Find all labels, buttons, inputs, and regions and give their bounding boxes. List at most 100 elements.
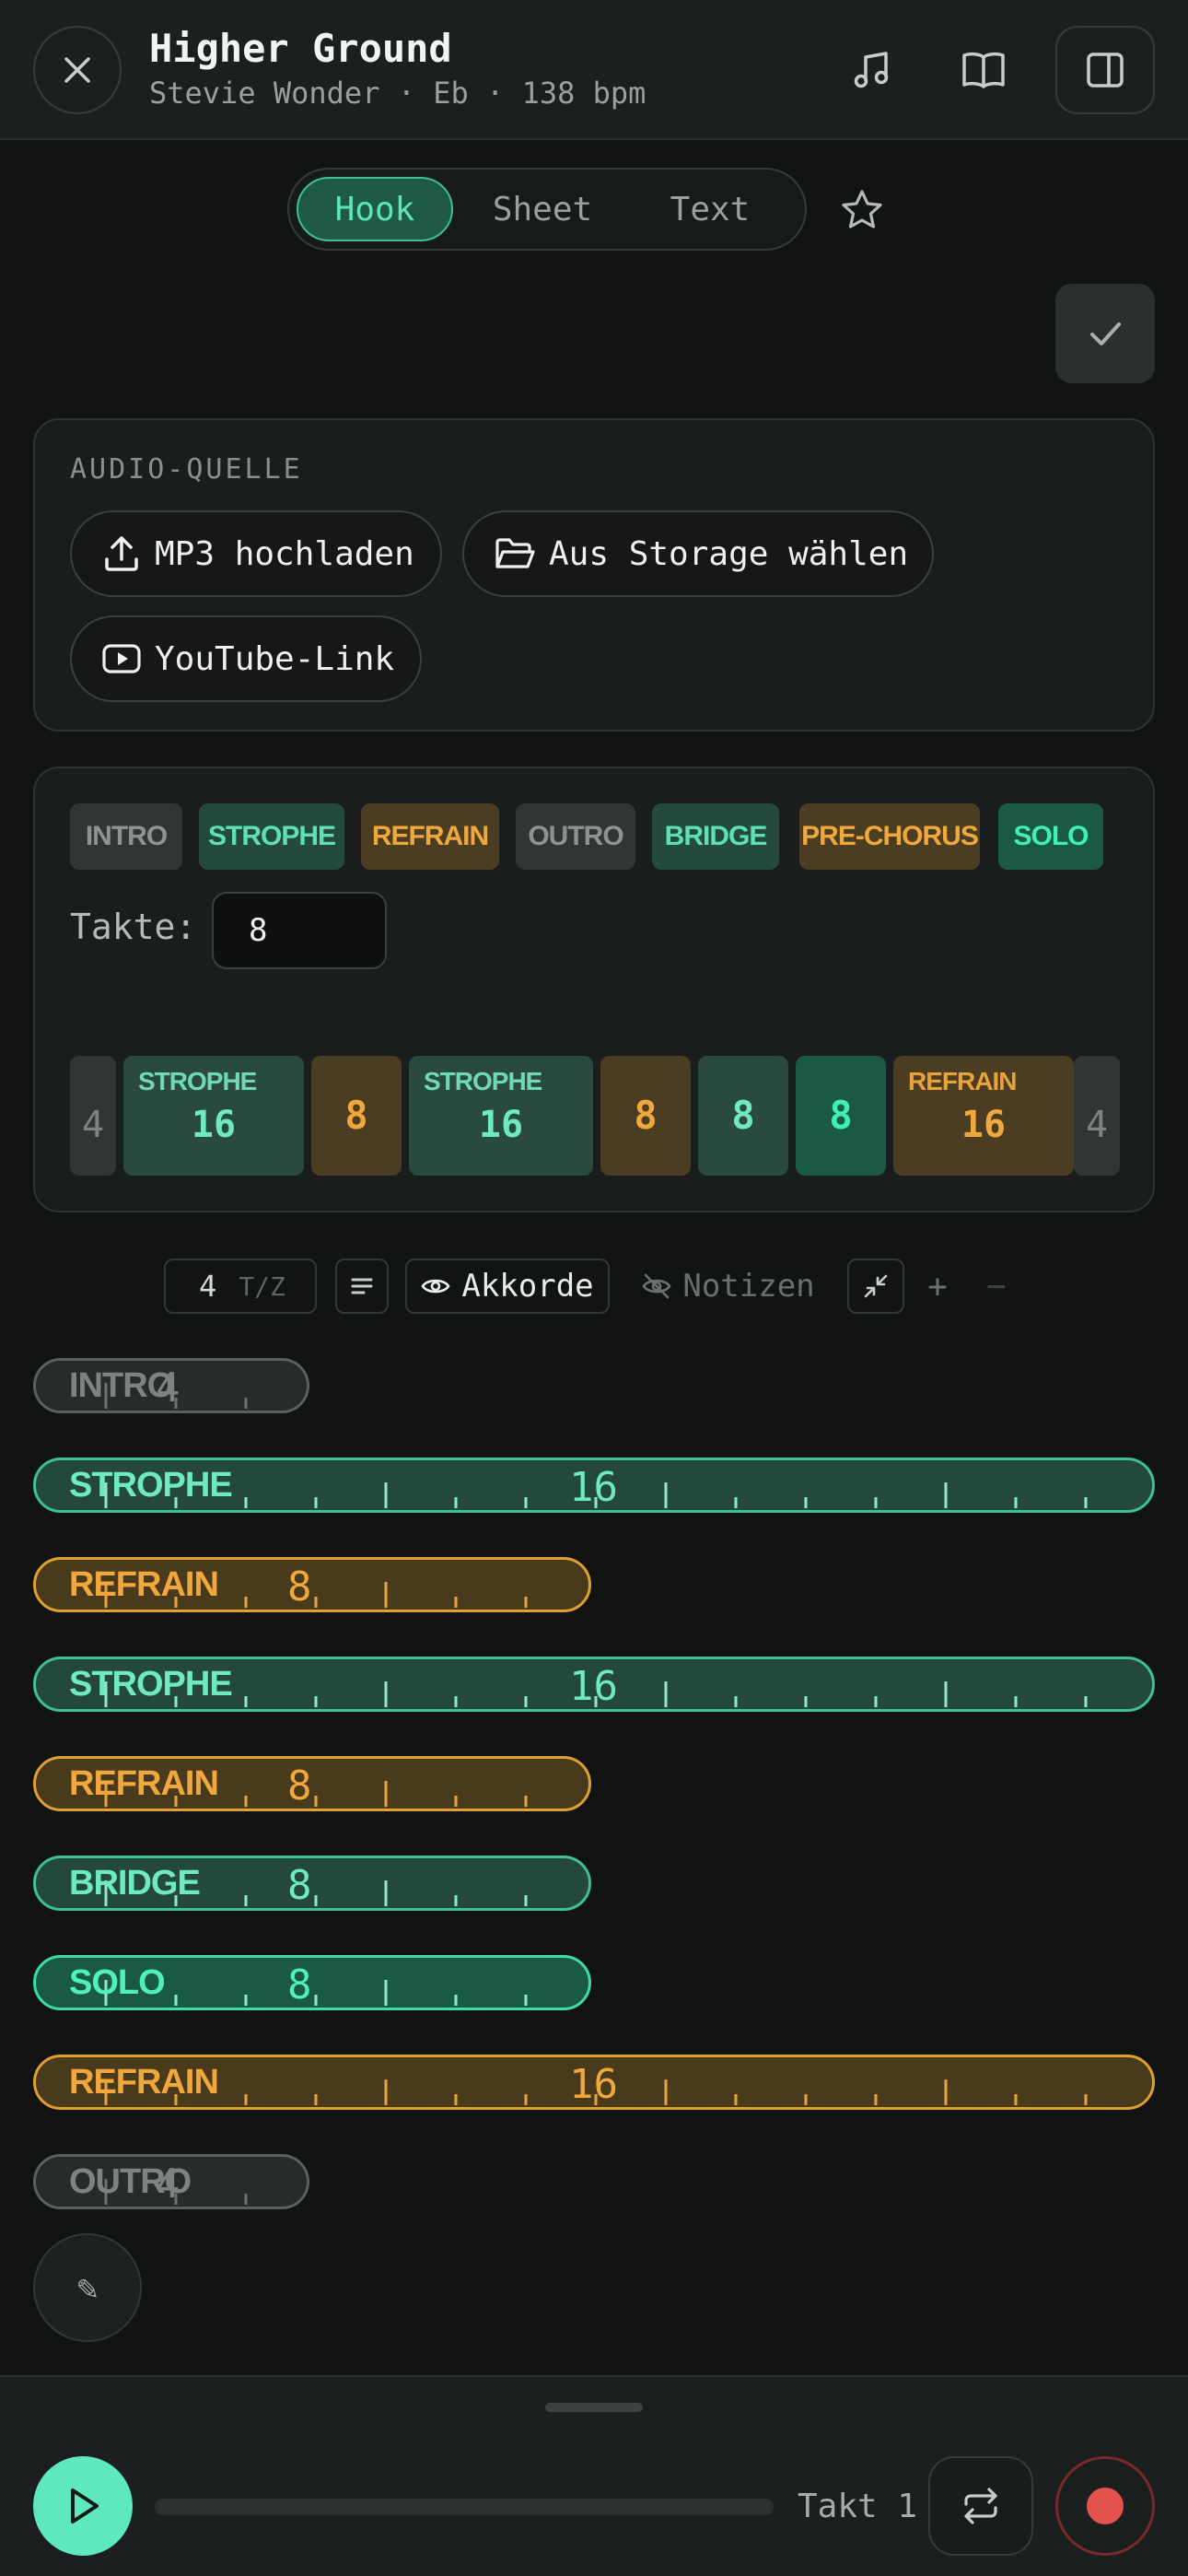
section-bar-strophe[interactable]: STROPHE 16 bbox=[33, 1458, 1155, 1513]
section-bar-count: 16 bbox=[569, 1663, 618, 1710]
section-name: REFRAIN bbox=[69, 1764, 219, 1803]
book-icon bbox=[962, 52, 1005, 88]
section-bar-intro[interactable]: INTRO 4 bbox=[33, 1358, 309, 1413]
chords-label: Akkorde bbox=[461, 1268, 594, 1305]
timeline-block-bridge[interactable]: 8 bbox=[698, 1056, 788, 1176]
bars-per-line-field[interactable]: 4 T/Z bbox=[164, 1259, 317, 1314]
chip-strophe[interactable]: STROPHE bbox=[199, 803, 344, 870]
song-title: Higher Ground bbox=[149, 26, 452, 71]
sidebar-toggle-button[interactable] bbox=[1055, 26, 1155, 114]
song-subtitle: Stevie Wonder · Eb · 138 bpm bbox=[149, 76, 646, 111]
takte-input[interactable]: 8 bbox=[212, 892, 387, 969]
drag-handle[interactable] bbox=[545, 2403, 643, 2412]
timeline-block-outro[interactable]: 4 bbox=[1074, 1056, 1120, 1176]
chip-outro[interactable]: OUTRO bbox=[516, 803, 635, 870]
book-button[interactable] bbox=[939, 26, 1028, 114]
section-name: REFRAIN bbox=[69, 2063, 219, 2102]
view-tabs: Hook Sheet Text bbox=[287, 168, 807, 251]
section-bar-refrain[interactable]: REFRAIN 8 bbox=[33, 1756, 591, 1811]
section-name: STROPHE bbox=[69, 1466, 233, 1505]
confirm-button[interactable] bbox=[1055, 284, 1155, 383]
music-note-icon bbox=[854, 52, 889, 88]
timeline-block-refrain[interactable]: 8 bbox=[600, 1056, 691, 1176]
loop-button[interactable] bbox=[928, 2456, 1033, 2556]
section-bar-count: 4 bbox=[156, 2160, 181, 2207]
close-button[interactable] bbox=[33, 26, 122, 114]
chords-toggle[interactable]: Akkorde bbox=[405, 1259, 610, 1314]
section-bar-refrain[interactable]: REFRAIN 16 bbox=[33, 2055, 1155, 2110]
timeline-block-refrain[interactable]: 8 bbox=[311, 1056, 402, 1176]
timeline-bars: 8 bbox=[634, 1093, 658, 1138]
record-button[interactable] bbox=[1055, 2456, 1155, 2556]
audio-source-card: AUDIO-QUELLE MP3 hochladen Aus Storage w… bbox=[33, 418, 1155, 732]
timeline-bars: 4 bbox=[81, 1104, 105, 1146]
notes-label: Notizen bbox=[682, 1268, 815, 1305]
star-icon bbox=[842, 190, 882, 228]
chip-pre-chorus[interactable]: PRE-CHORUS bbox=[799, 803, 980, 870]
tab-text[interactable]: Text bbox=[632, 177, 788, 241]
storage-select-button[interactable]: Aus Storage wählen bbox=[462, 510, 934, 597]
timeline-block-refrain[interactable]: REFRAIN 16 bbox=[893, 1056, 1074, 1176]
close-icon bbox=[64, 57, 90, 83]
upload-icon bbox=[105, 536, 138, 571]
minimize-icon bbox=[864, 1274, 888, 1298]
audio-source-label: AUDIO-QUELLE bbox=[70, 453, 303, 486]
timeline-block-strophe[interactable]: STROPHE 16 bbox=[409, 1056, 593, 1176]
folder-icon bbox=[495, 538, 535, 568]
section-bar-refrain[interactable]: REFRAIN 8 bbox=[33, 1557, 591, 1612]
timeline-block-strophe[interactable]: STROPHE 16 bbox=[123, 1056, 304, 1176]
timeline-block-solo[interactable]: 8 bbox=[796, 1056, 886, 1176]
takt-label: Takt 1 bbox=[798, 2488, 918, 2525]
timeline-label: STROPHE bbox=[138, 1067, 257, 1095]
play-button[interactable] bbox=[33, 2456, 133, 2556]
section-bar-strophe[interactable]: STROPHE 16 bbox=[33, 1657, 1155, 1712]
timeline-bars: 16 bbox=[961, 1104, 1007, 1146]
section-bar-solo[interactable]: SOLO 8 bbox=[33, 1955, 591, 2010]
record-dot-icon bbox=[1087, 2488, 1124, 2524]
repeat-icon bbox=[964, 2488, 997, 2524]
chip-refrain[interactable]: REFRAIN bbox=[361, 803, 499, 870]
section-bar-count: 8 bbox=[287, 1862, 312, 1909]
mp3-upload-button[interactable]: MP3 hochladen bbox=[70, 510, 442, 597]
youtube-link-button[interactable]: YouTube-Link bbox=[70, 615, 422, 702]
align-button[interactable] bbox=[335, 1259, 389, 1314]
section-bar-count: 8 bbox=[287, 1563, 312, 1610]
section-bar-count: 16 bbox=[569, 2061, 618, 2108]
bars-per-line-unit: T/Z bbox=[239, 1270, 285, 1302]
timeline-bars: 8 bbox=[731, 1093, 755, 1138]
collapse-button[interactable] bbox=[847, 1259, 904, 1314]
timeline-bars: 4 bbox=[1085, 1104, 1109, 1146]
mp3-upload-label: MP3 hochladen bbox=[155, 534, 414, 573]
zoom-out-button[interactable]: − bbox=[974, 1259, 1019, 1314]
chip-solo[interactable]: SOLO bbox=[998, 803, 1103, 870]
check-icon bbox=[1090, 322, 1121, 345]
section-name: STROPHE bbox=[69, 1665, 233, 1704]
tab-hook[interactable]: Hook bbox=[297, 177, 453, 241]
player-bar: Takt 1 bbox=[0, 2375, 1188, 2576]
takte-label: Takte: bbox=[70, 907, 197, 947]
timeline-bars: 16 bbox=[478, 1104, 524, 1146]
tab-sheet[interactable]: Sheet bbox=[464, 177, 621, 241]
edit-button[interactable]: ✎ bbox=[33, 2233, 142, 2342]
notes-toggle[interactable]: Notizen bbox=[641, 1259, 816, 1314]
chip-intro[interactable]: INTRO bbox=[70, 803, 182, 870]
section-bar-bridge[interactable]: BRIDGE 8 bbox=[33, 1856, 591, 1911]
youtube-link-label: YouTube-Link bbox=[155, 639, 395, 678]
music-button[interactable] bbox=[827, 26, 915, 114]
section-bar-count: 8 bbox=[287, 1762, 312, 1809]
chip-bridge[interactable]: BRIDGE bbox=[652, 803, 779, 870]
timeline-bars: 8 bbox=[829, 1093, 853, 1138]
section-bar-count: 8 bbox=[287, 1961, 312, 2008]
timeline-label: REFRAIN bbox=[908, 1067, 1017, 1095]
storage-select-label: Aus Storage wählen bbox=[549, 534, 909, 573]
section-bar-outro[interactable]: OUTRO 4 bbox=[33, 2154, 309, 2209]
timeline-bars: 16 bbox=[191, 1104, 237, 1146]
progress-track[interactable] bbox=[155, 2499, 774, 2515]
eye-icon bbox=[421, 1279, 450, 1294]
favorite-button[interactable] bbox=[829, 177, 895, 243]
play-icon bbox=[71, 2488, 99, 2523]
youtube-icon bbox=[102, 644, 141, 673]
zoom-in-button[interactable]: + bbox=[915, 1259, 960, 1314]
timeline-block-intro[interactable]: 4 bbox=[70, 1056, 116, 1176]
section-bar-count: 4 bbox=[156, 1364, 181, 1411]
